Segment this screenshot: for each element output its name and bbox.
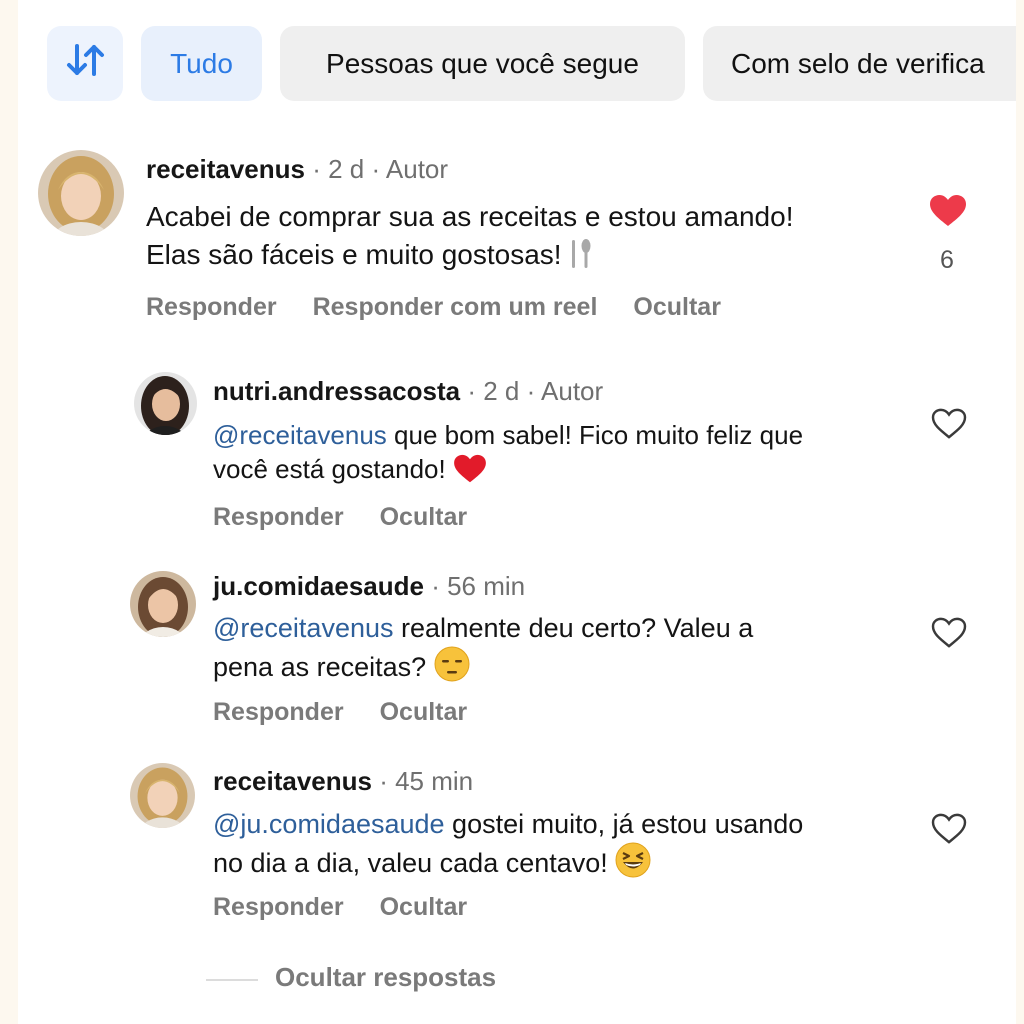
- comment-text: Acabei de comprar sua as receitas e esto…: [146, 198, 816, 280]
- reply-time-author: · 2 d · Autor: [460, 376, 604, 406]
- fork-knife-icon: [569, 236, 595, 280]
- divider: [206, 979, 258, 981]
- mention-link[interactable]: @ju.comidaesaude: [213, 809, 445, 839]
- sort-arrows-icon: [63, 40, 107, 87]
- reply-actions: Responder Ocultar: [213, 893, 503, 922]
- reply-meta: ju.comidaesaude · 56 min: [213, 571, 525, 602]
- reply-time: · 56 min: [423, 571, 526, 601]
- hide-button[interactable]: Ocultar: [380, 893, 468, 922]
- heart-outline-icon: [931, 813, 967, 849]
- hide-replies-button[interactable]: Ocultar respostas: [275, 962, 496, 993]
- like-button[interactable]: [929, 194, 967, 233]
- avatar[interactable]: [134, 372, 197, 435]
- grinning-squinting-face-icon: [615, 842, 651, 887]
- like-count: 6: [940, 246, 954, 274]
- heart-filled-icon: [929, 195, 967, 232]
- reply-button[interactable]: Responder: [213, 503, 344, 532]
- reply-meta: receitavenus · 45 min: [213, 766, 473, 797]
- username[interactable]: receitavenus: [146, 154, 305, 184]
- reply-button[interactable]: Responder: [213, 698, 344, 727]
- comment-time-author: · 2 d · Autor: [304, 154, 449, 184]
- comment-actions: Responder Responder com um reel Ocultar: [146, 293, 757, 322]
- reply-actions: Responder Ocultar: [213, 698, 503, 727]
- comment-meta: receitavenus · 2 d · Autor: [146, 154, 448, 185]
- like-button[interactable]: [931, 813, 967, 850]
- username[interactable]: ju.comidaesaude: [213, 571, 424, 601]
- comment-body: Acabei de comprar sua as receitas e esto…: [146, 201, 794, 270]
- avatar[interactable]: [38, 150, 124, 236]
- reply-with-reel-button[interactable]: Responder com um reel: [313, 293, 598, 322]
- heart-outline-icon: [931, 617, 967, 653]
- reply-meta: nutri.andressacosta · 2 d · Autor: [213, 376, 603, 407]
- sort-button[interactable]: [47, 26, 123, 101]
- filter-chip-all[interactable]: Tudo: [141, 26, 262, 101]
- filter-chip-label: Pessoas que você segue: [326, 47, 639, 79]
- like-button[interactable]: [931, 408, 967, 445]
- like-button[interactable]: [931, 617, 967, 654]
- reply-button[interactable]: Responder: [213, 893, 344, 922]
- username[interactable]: nutri.andressacosta: [213, 376, 460, 406]
- reply-text: @ju.comidaesaude gostei muito, já estou …: [213, 806, 833, 887]
- comments-screen: Tudo Pessoas que você segue Com selo de …: [18, 0, 1016, 1024]
- hide-button[interactable]: Ocultar: [380, 503, 468, 532]
- filter-chip-verified[interactable]: Com selo de verifica: [703, 26, 1016, 101]
- reply-text: @receitavenus que bom sabel! Fico muito …: [213, 418, 813, 492]
- reply-text: @receitavenus realmente deu certo? Valeu…: [213, 611, 793, 691]
- mention-link[interactable]: @receitavenus: [213, 613, 394, 643]
- avatar[interactable]: [130, 571, 196, 637]
- reply-actions: Responder Ocultar: [213, 503, 503, 532]
- red-heart-icon: [453, 454, 487, 492]
- filter-chip-following[interactable]: Pessoas que você segue: [280, 26, 685, 101]
- hide-button[interactable]: Ocultar: [633, 293, 721, 322]
- avatar[interactable]: [130, 763, 195, 828]
- hide-button[interactable]: Ocultar: [380, 698, 468, 727]
- filter-chip-label: Com selo de verifica: [731, 47, 985, 79]
- username[interactable]: receitavenus: [213, 766, 372, 796]
- reply-button[interactable]: Responder: [146, 293, 277, 322]
- heart-outline-icon: [931, 408, 967, 444]
- mention-link[interactable]: @receitavenus: [213, 420, 387, 450]
- unamused-face-icon: [434, 646, 470, 691]
- reply-time: · 45 min: [371, 766, 474, 796]
- filter-chip-label: Tudo: [170, 47, 233, 79]
